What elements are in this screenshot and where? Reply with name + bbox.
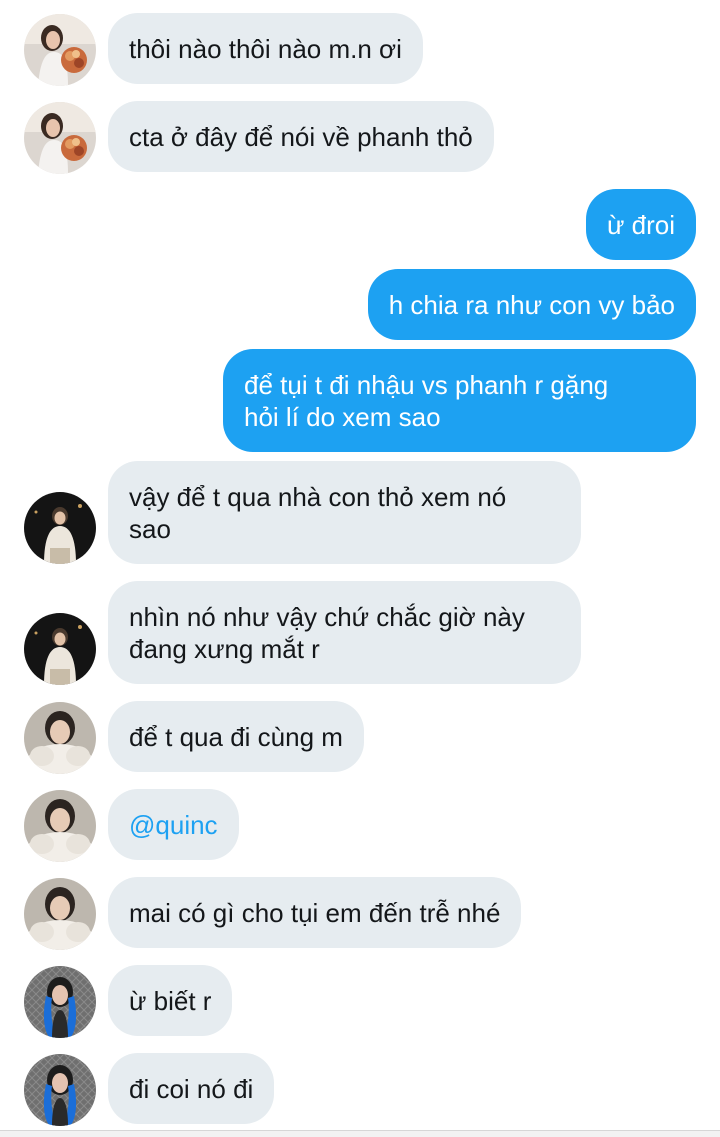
message-bubble[interactable]: đi coi nó đi — [108, 1053, 275, 1124]
avatar-woman-flowers[interactable] — [24, 14, 96, 86]
avatar-woman-fur[interactable] — [24, 878, 96, 950]
bottom-edge — [0, 1130, 720, 1137]
avatar-woman-fur[interactable] — [24, 702, 96, 774]
avatar-woman-night[interactable] — [24, 492, 96, 564]
avatar-woman-fur[interactable] — [24, 790, 96, 862]
message-bubble-outgoing[interactable]: để tụi t đi nhậu vs phanh r gặng hỏi lí … — [223, 349, 696, 452]
message-bubble[interactable]: mai có gì cho tụi em đến trễ nhé — [108, 877, 522, 948]
message-bubble[interactable]: để t qua đi cùng m — [108, 701, 364, 772]
avatar-woman-blue-hair[interactable] — [24, 1054, 96, 1126]
avatar-woman-night[interactable] — [24, 613, 96, 685]
message-bubble[interactable]: nhìn nó như vậy chứ chắc giờ này đang xư… — [108, 581, 581, 684]
avatar-woman-blue-hair[interactable] — [24, 966, 96, 1038]
avatar-woman-flowers[interactable] — [24, 102, 96, 174]
message-bubble[interactable]: cta ở đây để nói về phanh thỏ — [108, 101, 494, 172]
message-bubble[interactable]: vậy để t qua nhà con thỏ xem nó sao — [108, 461, 581, 564]
message-bubble[interactable]: thôi nào thôi nào m.n ơi — [108, 13, 423, 84]
mention-bubble[interactable]: @quinc — [108, 789, 239, 860]
message-bubble[interactable]: ừ biết r — [108, 965, 233, 1036]
message-bubble-outgoing[interactable]: ừ đroi — [586, 189, 696, 260]
message-bubble-outgoing[interactable]: h chia ra như con vy bảo — [367, 269, 696, 340]
